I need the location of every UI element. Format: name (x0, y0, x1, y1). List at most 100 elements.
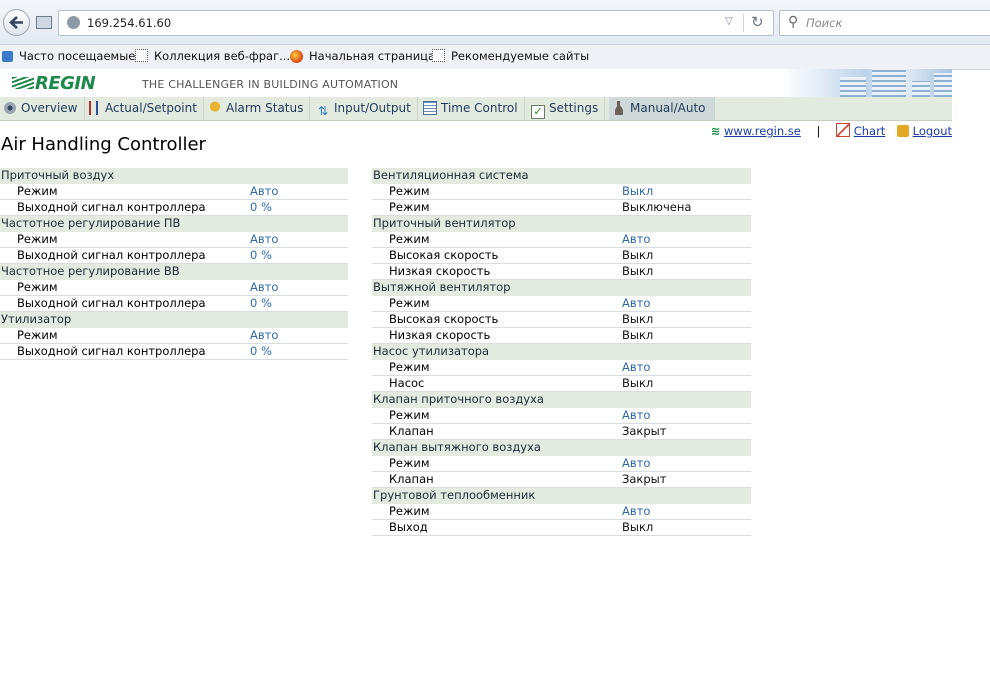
tab-actual-setpoint[interactable]: Actual/Setpoint (84, 97, 204, 120)
row-value[interactable]: Авто (250, 279, 348, 296)
row-label: Клапан (372, 471, 622, 488)
buildings-image (780, 69, 952, 97)
search-bar[interactable]: ⚲ Поиск (779, 10, 990, 36)
url-text[interactable]: 169.254.61.60 (87, 16, 171, 30)
table-row: Режим Выключена (372, 199, 751, 216)
group-header-row: Клапан вытяжного воздуха (372, 439, 751, 456)
row-value: Выкл (622, 375, 751, 392)
logo-text: REGIN (35, 73, 96, 94)
url-divider (743, 14, 744, 32)
row-value[interactable]: 0 % (250, 247, 348, 264)
logo-stripes-icon (12, 77, 34, 89)
browser-toolbar: 169.254.61.60 ▽ ↻ ⚲ Поиск (0, 0, 990, 45)
row-value[interactable]: Авто (622, 295, 751, 312)
group-title: Частотное регулирование ПВ (0, 215, 348, 232)
right-status-table: Вентиляционная система Режим Выкл Режим Выкл… (372, 168, 751, 536)
alarm-bell-icon (208, 101, 222, 115)
page-title: Air Handling Controller (1, 134, 206, 155)
bookmark-web-slices[interactable]: Коллекция веб-фраг... (135, 49, 290, 65)
row-label: Выходной сигнал контроллера (0, 343, 250, 360)
tab-settings[interactable]: ✓ Settings (528, 97, 606, 120)
search-input[interactable]: Поиск (806, 16, 842, 30)
bookmark-label: Рекомендуемые сайты (451, 49, 590, 63)
regin-website-link[interactable]: www.regin.se (724, 124, 801, 138)
row-label: Высокая скорость (372, 247, 622, 264)
table-row: Клапан Закрыт (372, 471, 751, 488)
chart-link[interactable]: Chart (854, 124, 886, 138)
tab-input-output[interactable]: ⇅ Input/Output (313, 97, 418, 120)
row-value[interactable]: Выкл (622, 183, 751, 200)
group-title: Частотное регулирование ВВ (0, 263, 348, 280)
row-value[interactable]: Авто (250, 231, 348, 248)
row-value: Закрыт (622, 423, 751, 440)
table-row: Режим Выкл (372, 183, 751, 200)
table-row: Выходной сигнал контроллера 0 % (0, 343, 348, 360)
group-title: Вытяжной вентилятор (372, 279, 751, 296)
reload-icon[interactable]: ↻ (751, 13, 764, 31)
tab-time-control[interactable]: Time Control (420, 97, 525, 120)
bookmark-start-page[interactable]: Начальная страница (290, 49, 435, 65)
row-label: Режим (0, 279, 250, 296)
table-row: Режим Авто (372, 455, 751, 472)
bookmark-icon (135, 49, 148, 62)
main-nav: Overview Actual/Setpoint Alarm Status ⇅ I… (0, 97, 952, 121)
row-label: Выходной сигнал контроллера (0, 295, 250, 312)
tab-overview[interactable]: Overview (0, 97, 85, 120)
row-value[interactable]: Авто (622, 407, 751, 424)
row-value[interactable]: Авто (250, 183, 348, 200)
table-row: Режим Авто (372, 407, 751, 424)
globe-icon (67, 16, 80, 29)
row-value[interactable]: Авто (622, 455, 751, 472)
row-label: Режим (372, 183, 622, 200)
row-value[interactable]: 0 % (250, 343, 348, 360)
tab-label: Actual/Setpoint (105, 101, 197, 115)
hand-switch-icon (612, 101, 626, 115)
table-row: Насос Выкл (372, 375, 751, 392)
row-value[interactable]: Авто (622, 503, 751, 520)
row-label: Режим (372, 503, 622, 520)
table-row: Режим Авто (372, 231, 751, 248)
row-label: Клапан (372, 423, 622, 440)
group-header-row: Грунтовой теплообменник (372, 487, 751, 504)
row-value[interactable]: 0 % (250, 199, 348, 216)
group-header-row: Приточный вентилятор (372, 215, 751, 232)
bookmark-icon (432, 49, 445, 62)
row-value[interactable]: Авто (250, 327, 348, 344)
group-title: Приточный воздух (0, 168, 348, 184)
group-header-row: Вентиляционная система (372, 168, 751, 184)
row-value[interactable]: Авто (622, 231, 751, 248)
table-row: Низкая скорость Выкл (372, 263, 751, 280)
input-output-arrows-icon: ⇅ (317, 104, 329, 118)
tab-manual-auto[interactable]: Manual/Auto (609, 97, 715, 120)
tab-groups-icon[interactable] (36, 16, 52, 29)
row-value[interactable]: Авто (622, 359, 751, 376)
row-value[interactable]: 0 % (250, 295, 348, 312)
regin-logo[interactable]: REGIN (12, 73, 96, 94)
table-row: Выходной сигнал контроллера 0 % (0, 247, 348, 264)
group-title: Утилизатор (0, 311, 348, 328)
row-label: Низкая скорость (372, 263, 622, 280)
sliders-icon (87, 101, 101, 115)
back-button[interactable] (3, 9, 30, 36)
links-separator: | (816, 124, 821, 138)
table-row: Высокая скорость Выкл (372, 247, 751, 264)
bookmark-most-visited[interactable]: Часто посещаемые (2, 49, 135, 65)
url-bar[interactable]: 169.254.61.60 ▽ ↻ (58, 10, 774, 36)
table-row: Режим Авто (372, 359, 751, 376)
tab-alarm-status[interactable]: Alarm Status (205, 97, 311, 120)
tab-label: Input/Output (334, 101, 411, 115)
row-label: Режим (0, 327, 250, 344)
group-title: Грунтовой теплообменник (372, 487, 751, 504)
row-label: Режим (372, 407, 622, 424)
url-dropdown-icon[interactable]: ▽ (725, 16, 733, 27)
row-value: Выкл (622, 327, 751, 344)
group-header-row: Вытяжной вентилятор (372, 279, 751, 296)
group-header-row: Клапан приточного воздуха (372, 391, 751, 408)
group-title: Клапан вытяжного воздуха (372, 439, 751, 456)
tagline: THE CHALLENGER IN BUILDING AUTOMATION (142, 78, 399, 91)
bookmark-suggested-sites[interactable]: Рекомендуемые сайты (432, 49, 589, 65)
calendar-icon (423, 101, 437, 115)
logout-link[interactable]: Logout (913, 124, 952, 138)
row-value: Выкл (622, 311, 751, 328)
group-header-row: Частотное регулирование ВВ (0, 263, 348, 280)
